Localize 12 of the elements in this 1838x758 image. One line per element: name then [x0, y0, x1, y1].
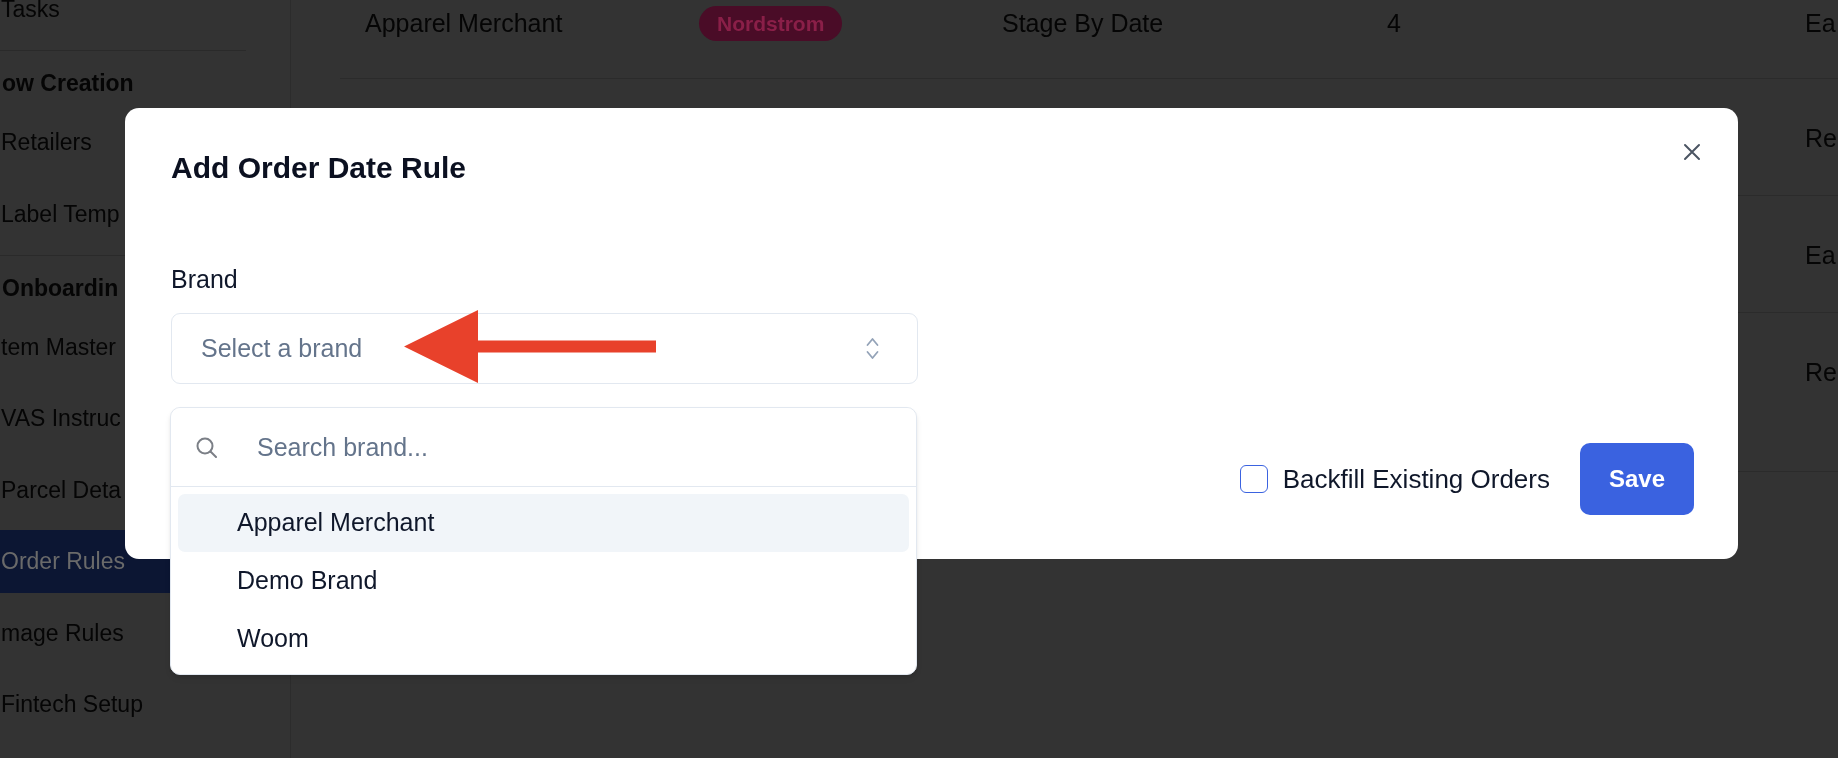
dropdown-option[interactable]: Apparel Merchant: [178, 494, 909, 552]
chevron-up-down-icon: [866, 337, 879, 360]
close-icon: [1683, 143, 1701, 161]
modal-title: Add Order Date Rule: [171, 151, 467, 185]
retailer-tag: Nordstrom: [699, 6, 843, 41]
checkbox-label: Backfill Existing Orders: [1282, 462, 1550, 496]
close-button[interactable]: [1682, 142, 1702, 162]
search-icon: [196, 436, 217, 458]
save-button[interactable]: Save: [1580, 443, 1694, 515]
field-label: Brand: [171, 266, 238, 292]
backfill-checkbox[interactable]: [1239, 465, 1268, 493]
brand-select[interactable]: Select a brand: [171, 313, 918, 384]
